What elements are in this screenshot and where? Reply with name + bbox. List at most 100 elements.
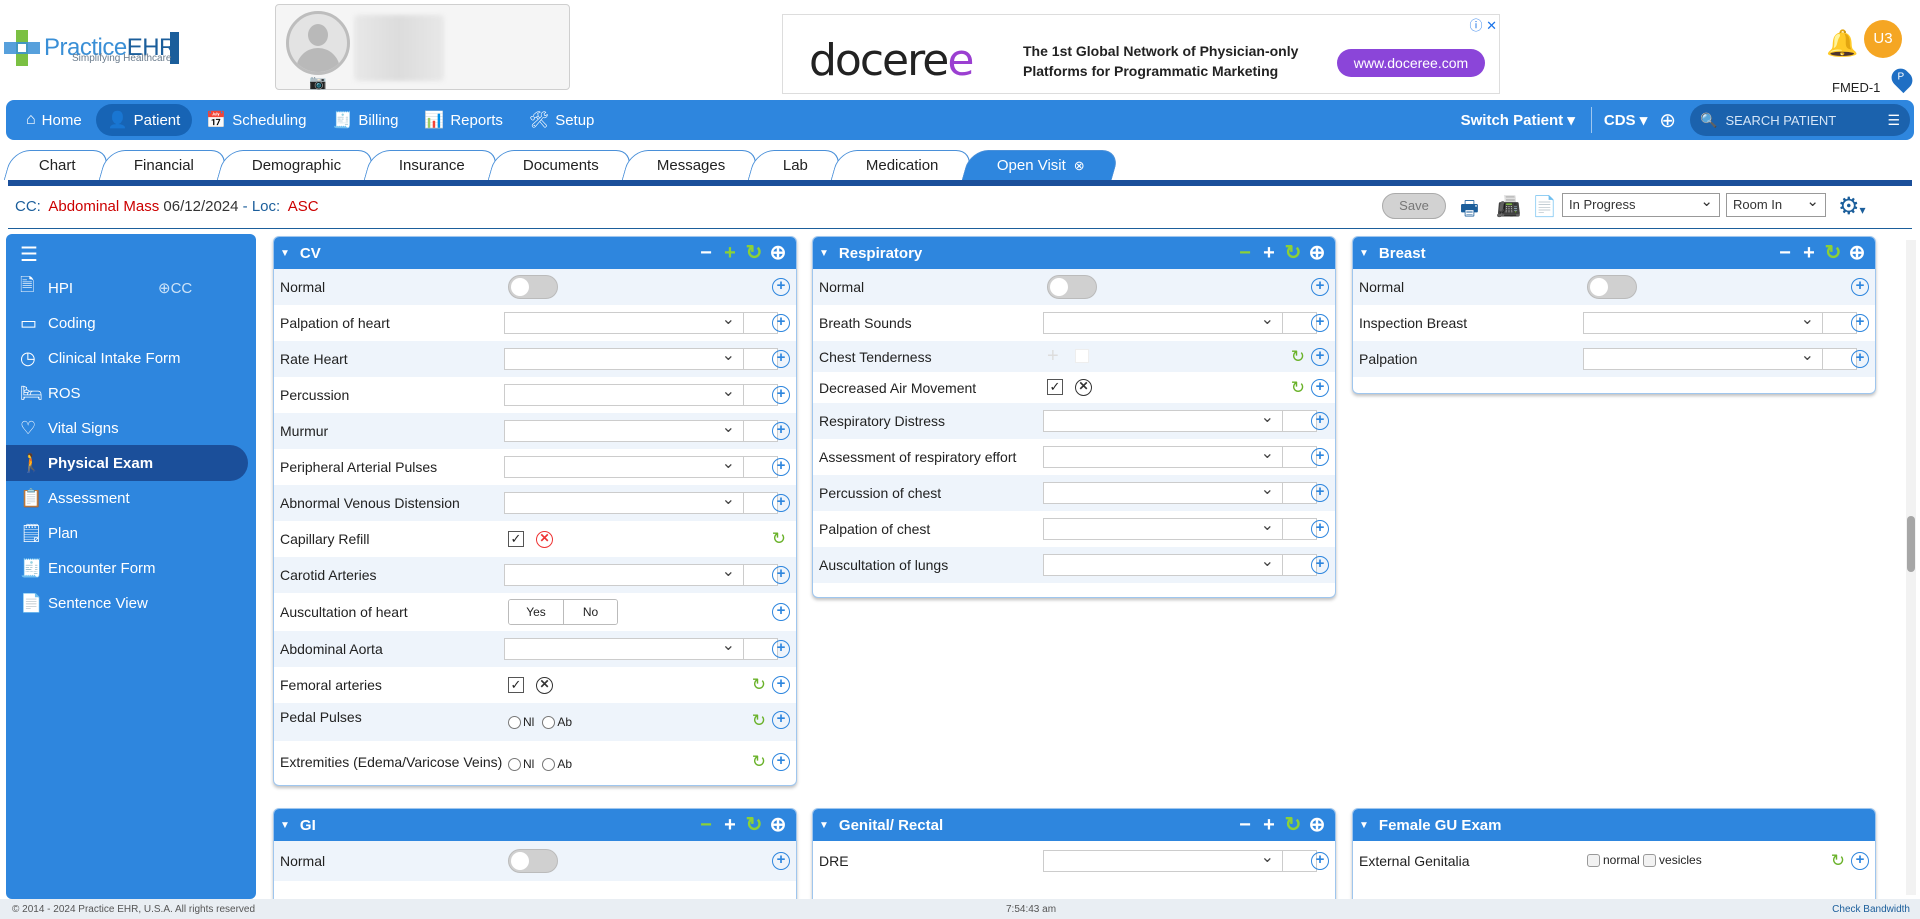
minus-icon[interactable]: − xyxy=(1773,243,1797,263)
red-x-circle-icon[interactable]: ✕ xyxy=(536,531,553,548)
sidebar-item-encounter-form[interactable]: 🧾 Encounter Form xyxy=(6,550,248,586)
add-circle-icon[interactable]: + xyxy=(772,494,790,512)
yes-button[interactable]: Yes xyxy=(509,600,563,624)
yes-no-toggle[interactable]: Yes No xyxy=(508,599,618,625)
collapse-triangle-icon[interactable]: ▼ xyxy=(280,248,290,259)
dropdown[interactable] xyxy=(1043,847,1283,872)
tab-insurance[interactable]: Insurance xyxy=(363,150,501,180)
sidebar-item-clinical-intake[interactable]: ◷ Clinical Intake Form xyxy=(6,340,248,376)
add-circle-icon[interactable]: + xyxy=(772,753,790,771)
add-circle-icon[interactable]: + xyxy=(772,386,790,404)
minus-icon[interactable]: − xyxy=(694,243,718,263)
ad-banner[interactable]: doceree The 1st Global Network of Physic… xyxy=(782,14,1500,94)
add-circle-icon[interactable]: + xyxy=(772,603,790,621)
fax-icon[interactable]: 📠 xyxy=(1496,194,1521,219)
dropdown[interactable] xyxy=(504,561,744,586)
add-circle-icon[interactable]: + xyxy=(1311,520,1329,538)
collapse-triangle-icon[interactable]: ▼ xyxy=(1359,248,1369,259)
add-circle-icon[interactable]: + xyxy=(772,640,790,658)
plus-icon[interactable]: + xyxy=(718,815,742,835)
plus-icon[interactable]: + xyxy=(1257,243,1281,263)
nav-patient[interactable]: 👤 Patient xyxy=(95,104,193,136)
no-button[interactable]: No xyxy=(563,600,617,624)
vesicles-checkbox[interactable] xyxy=(1643,854,1657,868)
add-circle-icon[interactable]: ⊕ xyxy=(766,815,790,835)
collapse-triangle-icon[interactable]: ▼ xyxy=(1359,820,1369,831)
patient-search[interactable]: 🔍 ☰ xyxy=(1690,104,1910,136)
tab-lab[interactable]: Lab xyxy=(747,150,844,180)
nav-home[interactable]: ⌂ Home xyxy=(14,104,94,136)
tab-messages[interactable]: Messages xyxy=(621,150,761,180)
tab-demographic[interactable]: Demographic xyxy=(216,150,377,180)
add-circle-icon[interactable]: + xyxy=(772,566,790,584)
add-circle-icon[interactable]: + xyxy=(772,350,790,368)
dropdown[interactable] xyxy=(1583,309,1823,334)
normal-toggle[interactable] xyxy=(1587,275,1637,299)
ad-link-button[interactable]: www.doceree.com xyxy=(1337,49,1485,77)
location-pin-icon[interactable]: P xyxy=(1887,64,1917,94)
tab-open-visit[interactable]: Open Visit ⊗ xyxy=(961,150,1120,180)
sidebar-item-plan[interactable]: 🗒 Plan xyxy=(6,515,248,551)
dropdown[interactable] xyxy=(1043,551,1283,576)
x-circle-icon[interactable]: ✕ xyxy=(1075,379,1092,396)
refresh-icon[interactable]: ↻ xyxy=(752,752,766,772)
respiratory-panel-header[interactable]: ▼ Respiratory − + ↻ ⊕ xyxy=(813,237,1335,269)
tab-documents[interactable]: Documents xyxy=(487,150,634,180)
add-circle-icon[interactable]: + xyxy=(1311,347,1329,366)
add-circle-icon[interactable]: + xyxy=(1311,278,1329,296)
tab-financial[interactable]: Financial xyxy=(98,150,230,180)
save-button[interactable]: Save xyxy=(1382,193,1446,219)
bell-icon[interactable]: 🔔 xyxy=(1826,28,1858,59)
sidebar-item-coding[interactable]: ▭ Coding xyxy=(6,305,248,341)
add-circle-icon[interactable]: ⊕ xyxy=(1845,243,1869,263)
add-circle-icon[interactable]: + xyxy=(772,676,790,694)
dropdown[interactable] xyxy=(1043,443,1283,468)
add-circle-icon[interactable]: + xyxy=(772,278,790,296)
refresh-icon[interactable]: ↻ xyxy=(1821,243,1845,263)
add-circle-icon[interactable]: + xyxy=(1851,852,1869,870)
refresh-icon[interactable]: ↻ xyxy=(1291,378,1305,398)
sidebar-item-vital-signs[interactable]: ♡ Vital Signs xyxy=(6,410,248,446)
camera-icon[interactable]: 📷 xyxy=(309,74,326,91)
female-gu-panel-header[interactable]: ▼ Female GU Exam xyxy=(1353,809,1875,841)
add-circle-icon[interactable]: + xyxy=(772,711,790,729)
nav-reports[interactable]: 📊 Reports xyxy=(412,104,514,136)
add-circle-icon[interactable]: + xyxy=(1311,484,1329,502)
dropdown[interactable] xyxy=(1043,515,1283,540)
cv-panel-header[interactable]: ▼ CV − + ↻ ⊕ xyxy=(274,237,796,269)
nav-setup[interactable]: 🛠 Setup xyxy=(517,104,607,136)
tab-chart[interactable]: Chart xyxy=(3,150,111,180)
nav-scheduling[interactable]: 📅 Scheduling xyxy=(194,104,318,136)
dropdown[interactable] xyxy=(504,489,744,514)
gi-panel-header[interactable]: ▼ GI − + ↻ ⊕ xyxy=(274,809,796,841)
add-circle-icon[interactable]: + xyxy=(1311,556,1329,574)
minus-icon[interactable]: − xyxy=(1233,815,1257,835)
switch-patient-dropdown[interactable]: Switch Patient ▾ xyxy=(1445,111,1591,129)
plus-icon[interactable]: + xyxy=(1257,815,1281,835)
user-avatar[interactable]: U3 xyxy=(1864,20,1902,58)
refresh-icon[interactable]: ↻ xyxy=(742,243,766,263)
add-circle-icon[interactable]: + xyxy=(1851,314,1869,332)
dropdown[interactable] xyxy=(1043,407,1283,432)
nav-billing[interactable]: 🧾 Billing xyxy=(320,104,410,136)
check-bandwidth-link[interactable]: Check Bandwidth xyxy=(1832,904,1910,915)
refresh-icon[interactable]: ↻ xyxy=(772,529,786,549)
close-icon[interactable]: ⊗ xyxy=(1073,158,1084,174)
add-circle-icon[interactable]: + xyxy=(772,314,790,332)
plus-icon[interactable]: + xyxy=(1047,345,1059,368)
gear-icon[interactable]: ⚙▾ xyxy=(1838,192,1866,221)
add-user-icon[interactable]: ⊕ xyxy=(1659,108,1676,133)
add-circle-icon[interactable]: ⊕ xyxy=(1305,243,1329,263)
collapse-triangle-icon[interactable]: ▼ xyxy=(819,248,829,259)
dropdown[interactable] xyxy=(504,417,744,442)
scrollbar[interactable] xyxy=(1906,240,1916,895)
search-input[interactable] xyxy=(1725,112,1886,128)
plus-icon[interactable]: + xyxy=(1797,243,1821,263)
nl-ab-radio[interactable]: Nl Ab xyxy=(508,715,580,729)
refresh-icon[interactable]: ↻ xyxy=(1281,243,1305,263)
collapse-triangle-icon[interactable]: ▼ xyxy=(819,820,829,831)
dropdown[interactable] xyxy=(504,635,744,660)
refresh-icon[interactable]: ↻ xyxy=(752,675,766,695)
sidebar-item-physical-exam[interactable]: 🚶 Physical Exam xyxy=(6,445,248,481)
sidebar-item-assessment[interactable]: 📋 Assessment xyxy=(6,480,248,516)
